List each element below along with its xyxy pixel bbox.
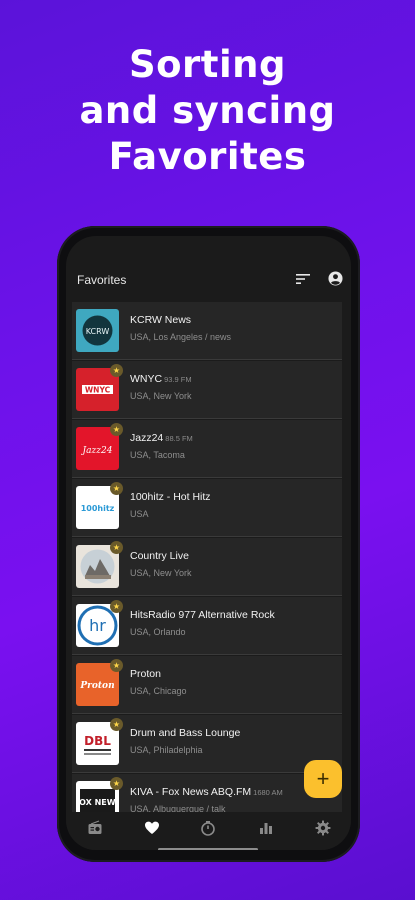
station-name: KCRW News [130,314,192,326]
gear-icon[interactable] [315,820,331,836]
app-screen: Favorites KCRW KCRW News USA, Los Angele… [66,236,351,850]
station-location: USA, Chicago [130,686,187,696]
station-location: USA, New York [130,568,192,578]
logo-text: FOX NEWS [76,798,119,807]
chart-icon[interactable] [258,820,274,836]
station-row[interactable]: FOX NEWS ★ KIVA - Fox News ABQ.FM 1680 AM… [72,774,342,812]
divider [72,595,342,596]
station-row[interactable]: Jazz24 ★ Jazz24 88.5 FM USA, Tacoma [72,420,342,478]
divider [72,536,342,537]
station-row[interactable]: KCRW KCRW News USA, Los Angeles / news [72,302,342,360]
logo-text: KCRW [86,327,110,336]
divider [72,359,342,360]
favorite-badge-icon: ★ [110,600,123,613]
favorite-badge-icon: ★ [110,423,123,436]
station-name: Jazz24 88.5 FM [130,432,193,444]
station-row[interactable]: WNYC ★ WNYC 93.9 FM USA, New York [72,361,342,419]
heart-icon[interactable] [144,820,160,836]
station-row[interactable]: hr ★ HitsRadio 977 Alternative Rock USA,… [72,597,342,655]
station-location: USA, Los Angeles / news [130,332,232,342]
gesture-bar [158,848,258,850]
station-location: USA, Philadelphia [130,745,203,755]
favorite-badge-icon: ★ [110,364,123,377]
station-row[interactable]: ★ Country Live USA, New York [72,538,342,596]
add-station-button[interactable]: + [304,760,342,798]
app-bar: Favorites [66,236,351,300]
station-name: HitsRadio 977 Alternative Rock [130,609,275,621]
station-name: KIVA - Fox News ABQ.FM 1680 AM [130,786,283,798]
station-name: WNYC 93.9 FM [130,373,192,385]
station-logo: KCRW [76,309,119,352]
station-name: Proton [130,668,161,680]
favorite-badge-icon: ★ [110,659,123,672]
station-location: USA [130,509,149,519]
station-name: Country Live [130,550,189,562]
sort-icon[interactable] [295,272,311,286]
logo-text: WNYC [85,386,111,395]
timer-icon[interactable] [200,820,216,836]
headline-line-3: Favorites [108,135,307,178]
favorite-badge-icon: ★ [110,777,123,790]
station-row[interactable]: 100hitz ★ 100hitz - Hot Hitz USA [72,479,342,537]
station-row[interactable]: Proton ★ Proton USA, Chicago [72,656,342,714]
logo-text: DBL [84,734,111,748]
favorites-list: KCRW KCRW News USA, Los Angeles / news W… [66,302,351,812]
station-location: USA, Tacoma [130,450,185,460]
divider [72,713,342,714]
logo-text: Jazz24 [81,446,113,456]
station-location: USA, Orlando [130,627,186,637]
station-row[interactable]: DBL ★ Drum and Bass Lounge USA, Philadel… [72,715,342,773]
station-name: Drum and Bass Lounge [130,727,241,739]
logo-text: 100hitz [81,504,115,513]
page-title: Favorites [77,273,127,287]
divider [72,418,342,419]
logo-text: hr [89,616,106,635]
favorite-badge-icon: ★ [110,482,123,495]
account-icon[interactable] [328,271,343,286]
station-location: USA, New York [130,391,192,401]
favorite-badge-icon: ★ [110,718,123,731]
headline-line-2: and syncing [79,89,336,132]
station-name: 100hitz - Hot Hitz [130,491,211,503]
radio-icon[interactable] [87,820,103,836]
station-location: USA, Albuquerque / talk [130,804,226,812]
divider [72,477,342,478]
bottom-navigation [66,812,351,850]
headline-line-1: Sorting [128,43,286,86]
headline: Sorting and syncing Favorites [0,42,415,180]
logo-text: Proton [79,681,114,691]
divider [72,772,342,773]
divider [72,654,342,655]
favorite-badge-icon: ★ [110,541,123,554]
